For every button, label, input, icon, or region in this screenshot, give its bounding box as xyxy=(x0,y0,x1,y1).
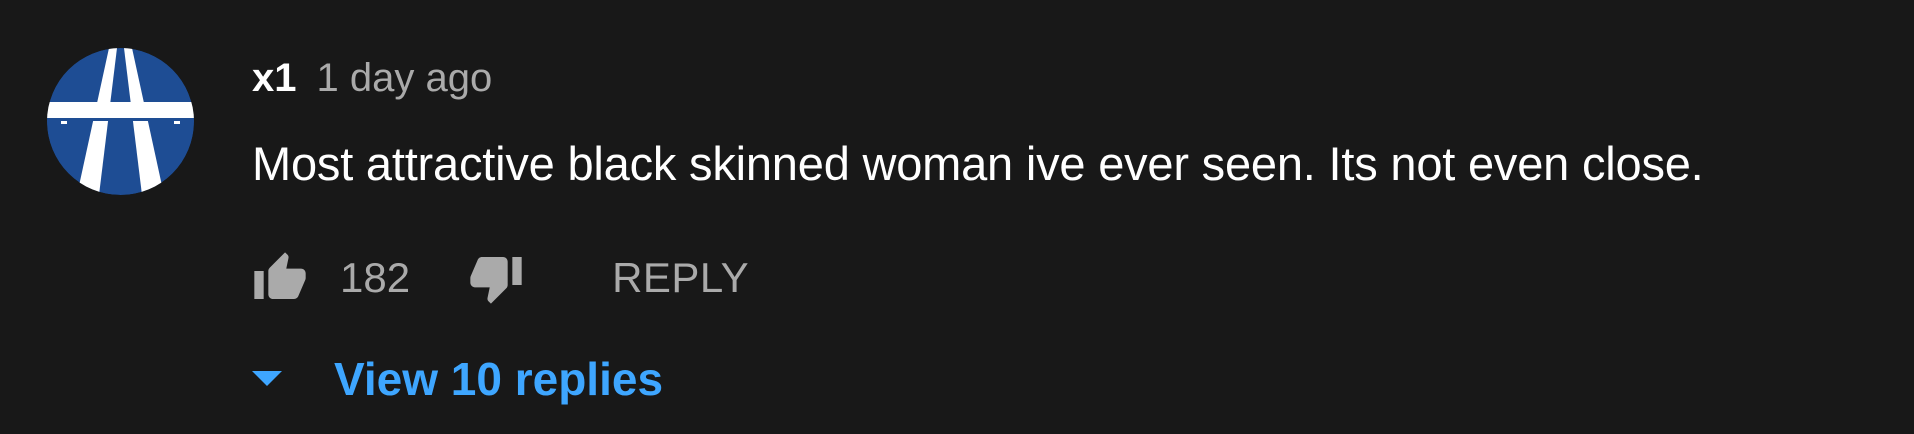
comment-actions: 182 REPLY xyxy=(252,248,749,308)
like-button[interactable] xyxy=(252,250,308,306)
author-name[interactable]: x1 xyxy=(252,56,297,101)
comment-text: Most attractive black skinned woman ive … xyxy=(252,137,1704,190)
caret-down-icon xyxy=(252,369,282,389)
thumbs-up-icon xyxy=(254,252,306,299)
view-replies-label: View 10 replies xyxy=(334,353,664,405)
view-replies-button[interactable]: View 10 replies xyxy=(252,348,663,410)
comment-timestamp[interactable]: 1 day ago xyxy=(317,56,493,101)
avatar[interactable] xyxy=(47,48,194,195)
like-count: 182 xyxy=(340,254,411,301)
highway-sign-icon xyxy=(47,48,194,195)
comment-header: x1 1 day ago xyxy=(252,56,492,110)
dislike-button[interactable] xyxy=(468,250,524,306)
comment-thread: x1 1 day ago Most attractive black skinn… xyxy=(0,0,1914,434)
reply-button[interactable]: REPLY xyxy=(612,254,749,302)
thumbs-down-icon xyxy=(470,257,522,304)
